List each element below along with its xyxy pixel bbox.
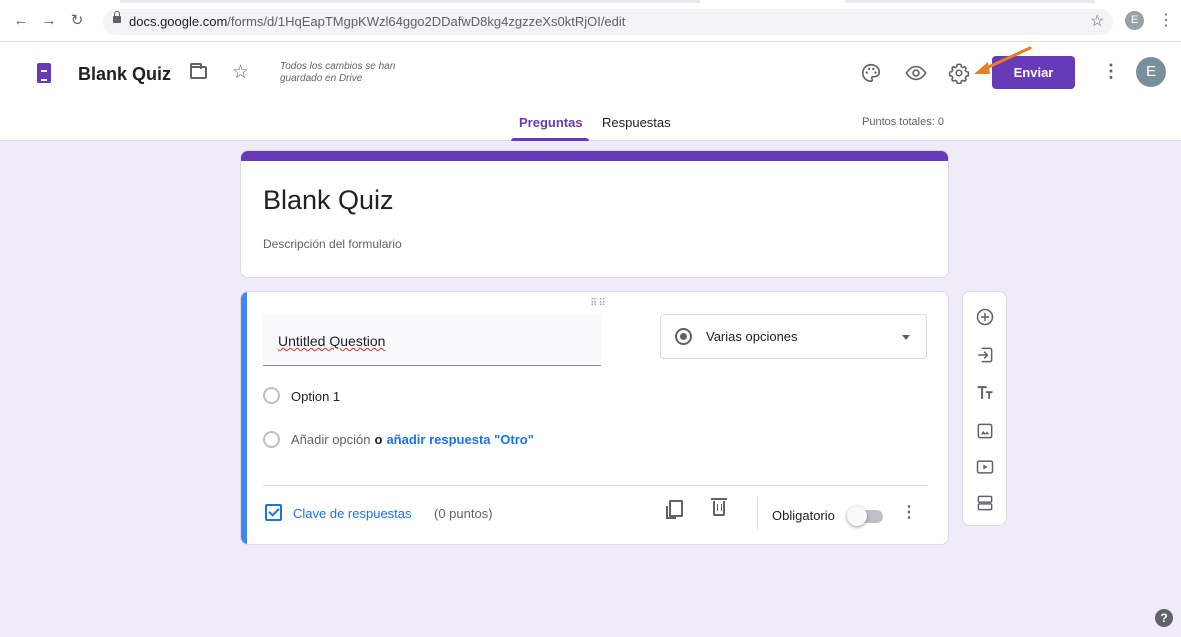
tab-responses[interactable]: Respuestas <box>602 115 671 130</box>
account-avatar[interactable]: E <box>1136 57 1166 87</box>
help-icon[interactable]: ? <box>1155 609 1173 627</box>
drag-handle-icon[interactable]: ⠿⠿ <box>590 298 607 309</box>
add-title-icon[interactable] <box>975 383 995 403</box>
option-radio-icon <box>263 387 280 404</box>
add-option-radio-icon <box>263 431 280 448</box>
add-image-icon[interactable] <box>975 421 995 441</box>
doc-title[interactable]: Blank Quiz <box>78 64 171 85</box>
required-toggle-knob[interactable] <box>847 506 867 526</box>
question-title-field[interactable]: Untitled Question <box>263 314 601 366</box>
radio-button-icon <box>675 328 692 345</box>
side-toolbar <box>962 291 1007 526</box>
browser-menu-icon[interactable]: ⋮ <box>1158 10 1174 30</box>
footer-separator <box>757 497 758 529</box>
answer-key-link[interactable]: Clave de respuestas <box>293 506 412 521</box>
question-card: ⠿⠿ Untitled Question Varias opciones Opt… <box>240 291 949 545</box>
move-to-folder-icon[interactable] <box>190 63 207 79</box>
question-type-dropdown[interactable]: Varias opciones <box>660 314 927 359</box>
footer-divider <box>263 485 927 486</box>
answer-key-icon[interactable] <box>265 504 282 521</box>
address-bar[interactable]: docs.google.com/forms/d/1HqEapTMgpKWzl64… <box>103 9 1113 35</box>
delete-icon[interactable] <box>711 498 727 516</box>
question-type-label: Varias opciones <box>706 329 798 344</box>
annotation-arrow <box>974 46 1032 74</box>
points-total: Puntos totales: 0 <box>862 116 944 128</box>
active-card-indicator <box>241 292 247 544</box>
lock-icon <box>113 11 121 23</box>
question-title-text: Untitled Question <box>278 333 386 349</box>
add-video-icon[interactable] <box>975 457 995 477</box>
add-section-icon[interactable] <box>975 493 995 513</box>
more-options-icon[interactable]: ⋮ <box>1102 61 1120 82</box>
required-label: Obligatorio <box>772 508 835 523</box>
preview-eye-icon[interactable] <box>905 62 927 84</box>
dropdown-caret-icon <box>902 335 910 340</box>
form-description-field[interactable]: Descripción del formulario <box>263 237 402 251</box>
add-option-link[interactable]: Añadir opción <box>291 432 371 447</box>
question-more-icon[interactable]: ⋮ <box>901 502 917 522</box>
form-title-card: Blank Quiz Descripción del formulario <box>240 150 949 278</box>
option-1-field[interactable]: Option 1 <box>291 389 340 404</box>
duplicate-icon[interactable] <box>666 500 683 519</box>
or-separator: o <box>374 432 383 447</box>
browser-toolbar: ← → ↻ docs.google.com/forms/d/1HqEapTMgp… <box>0 0 1181 42</box>
tab-strip <box>0 0 1181 4</box>
form-title[interactable]: Blank Quiz <box>263 185 394 216</box>
theme-band <box>241 151 948 161</box>
palette-icon[interactable] <box>860 62 882 84</box>
forms-logo-icon[interactable] <box>37 63 51 83</box>
back-icon[interactable]: ← <box>12 12 30 30</box>
forms-header: Blank Quiz ☆ Todos los cambios se han gu… <box>0 42 1181 141</box>
bookmark-star-icon[interactable]: ☆ <box>1090 11 1104 31</box>
add-option-row: Añadir opción o añadir respuesta "Otro" <box>291 432 534 447</box>
import-questions-icon[interactable] <box>975 345 995 365</box>
question-points: (0 puntos) <box>434 506 493 521</box>
save-status: Todos los cambios se han guardado en Dri… <box>280 61 396 84</box>
tab-questions[interactable]: Preguntas <box>519 115 583 130</box>
browser-profile-avatar[interactable]: E <box>1125 11 1144 30</box>
star-icon[interactable]: ☆ <box>232 61 249 84</box>
settings-gear-icon[interactable] <box>948 62 970 84</box>
active-tab-indicator <box>511 138 589 141</box>
add-other-link[interactable]: añadir respuesta "Otro" <box>386 432 533 447</box>
forward-icon[interactable]: → <box>40 12 58 30</box>
url-text: docs.google.com/forms/d/1HqEapTMgpKWzl64… <box>129 14 626 29</box>
reload-icon[interactable]: ↻ <box>68 12 86 30</box>
add-question-icon[interactable] <box>975 307 995 327</box>
